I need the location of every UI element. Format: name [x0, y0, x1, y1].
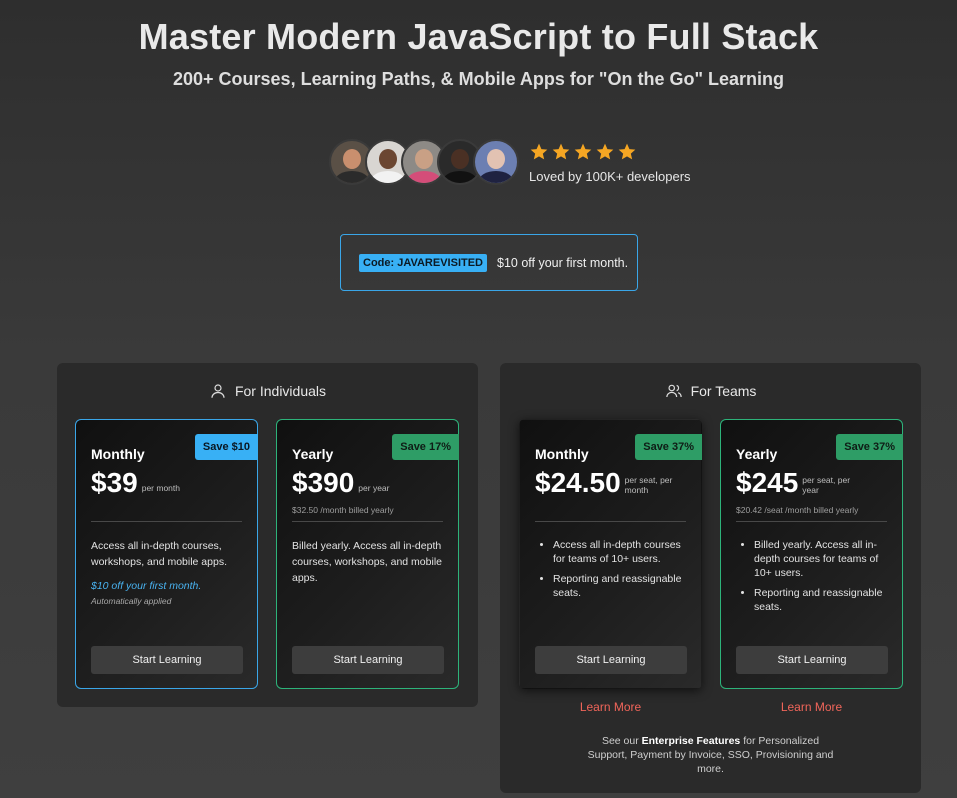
price-unit: per seat, per month: [624, 475, 673, 495]
plan-description: Billed yearly. Access all in-depth cours…: [292, 540, 442, 584]
divider: [292, 521, 443, 522]
star-icon: [596, 143, 614, 159]
divider: [91, 521, 242, 522]
team-monthly-card: Save 37% Monthly $24.50 per seat, per mo…: [519, 419, 702, 689]
savings-badge: Save 37%: [635, 434, 702, 460]
learn-more-link-monthly[interactable]: Learn More: [519, 700, 702, 714]
plan-price: $245: [736, 467, 799, 498]
start-learning-button[interactable]: Start Learning: [292, 646, 444, 674]
plan-price: $39: [91, 467, 138, 498]
hero-title: Master Modern JavaScript to Full Stack: [138, 16, 819, 57]
divider: [535, 521, 686, 522]
enterprise-features-link[interactable]: Enterprise Features: [642, 735, 741, 747]
enterprise-prefix: See our: [601, 735, 639, 747]
user-icon: [211, 384, 225, 398]
individual-monthly-card: Save $10 Monthly $39 per month Access al…: [75, 419, 258, 689]
plan-description: Access all in-depth courses, workshops, …: [91, 540, 227, 568]
star-icon: [530, 143, 548, 159]
enterprise-note: See our Enterprise Features for Personal…: [500, 734, 921, 776]
teams-panel: For Teams Save 37% Monthly $24.50 per se…: [500, 363, 921, 793]
individuals-heading-label: For Individuals: [234, 383, 327, 399]
star-icon: [552, 143, 570, 159]
price-subnote: [91, 505, 242, 515]
individuals-panel: For Individuals Save $10 Monthly $39 per…: [57, 363, 478, 707]
learn-more-link-yearly[interactable]: Learn More: [720, 700, 903, 714]
start-learning-button[interactable]: Start Learning: [736, 646, 888, 674]
price-unit: per year: [358, 483, 390, 493]
individuals-heading: For Individuals: [57, 382, 478, 400]
hero-subtitle: 200+ Courses, Learning Paths, & Mobile A…: [173, 69, 784, 89]
promo-code-badge[interactable]: Code: JAVAREVISITED: [359, 253, 487, 272]
feature-item: Billed yearly. Access all in-depth cours…: [754, 538, 887, 580]
plan-offer: $10 off your first month.: [91, 580, 202, 592]
plan-features: Access all in-depth courses for teams of…: [535, 538, 686, 600]
start-learning-button[interactable]: Start Learning: [91, 646, 243, 674]
social-proof: Loved by 100K+ developers: [329, 139, 691, 185]
feature-item: Reporting and reassignable seats.: [754, 586, 887, 614]
plan-features: Billed yearly. Access all in-depth cours…: [736, 538, 887, 614]
divider: [736, 521, 887, 522]
star-icon: [618, 143, 636, 159]
developer-avatar-5: [473, 139, 519, 185]
start-learning-button[interactable]: Start Learning: [535, 646, 687, 674]
teams-heading-label: For Teams: [690, 383, 757, 399]
plan-price: $390: [292, 467, 355, 498]
star-rating: [529, 141, 691, 163]
feature-item: Access all in-depth courses for teams of…: [553, 538, 686, 566]
savings-badge: Save 17%: [392, 434, 459, 460]
savings-badge: Save $10: [194, 434, 258, 460]
individual-yearly-card: Save 17% Yearly $390 per year $32.50 /mo…: [276, 419, 459, 689]
savings-badge: Save 37%: [836, 434, 903, 460]
avatar-group: [329, 139, 519, 185]
plan-price: $24.50: [535, 467, 621, 498]
price-unit: per month: [141, 483, 180, 493]
loved-by-text: Loved by 100K+ developers: [529, 168, 691, 184]
teams-heading: For Teams: [500, 382, 921, 400]
price-unit: per seat, per year: [802, 475, 851, 495]
star-icon: [574, 143, 592, 159]
feature-item: Reporting and reassignable seats.: [553, 572, 686, 600]
team-yearly-card: Save 37% Yearly $245 per seat, per year …: [720, 419, 903, 689]
offer-note: Automatically applied: [91, 596, 172, 606]
price-subnote: $20.42 /seat /month billed yearly: [736, 505, 859, 515]
price-subnote: $32.50 /month billed yearly: [292, 505, 394, 515]
promo-text: $10 off your first month.: [497, 255, 629, 270]
promo-code-box: Code: JAVAREVISITED $10 off your first m…: [340, 234, 638, 291]
price-subnote: [535, 505, 686, 515]
users-icon: [665, 384, 682, 398]
